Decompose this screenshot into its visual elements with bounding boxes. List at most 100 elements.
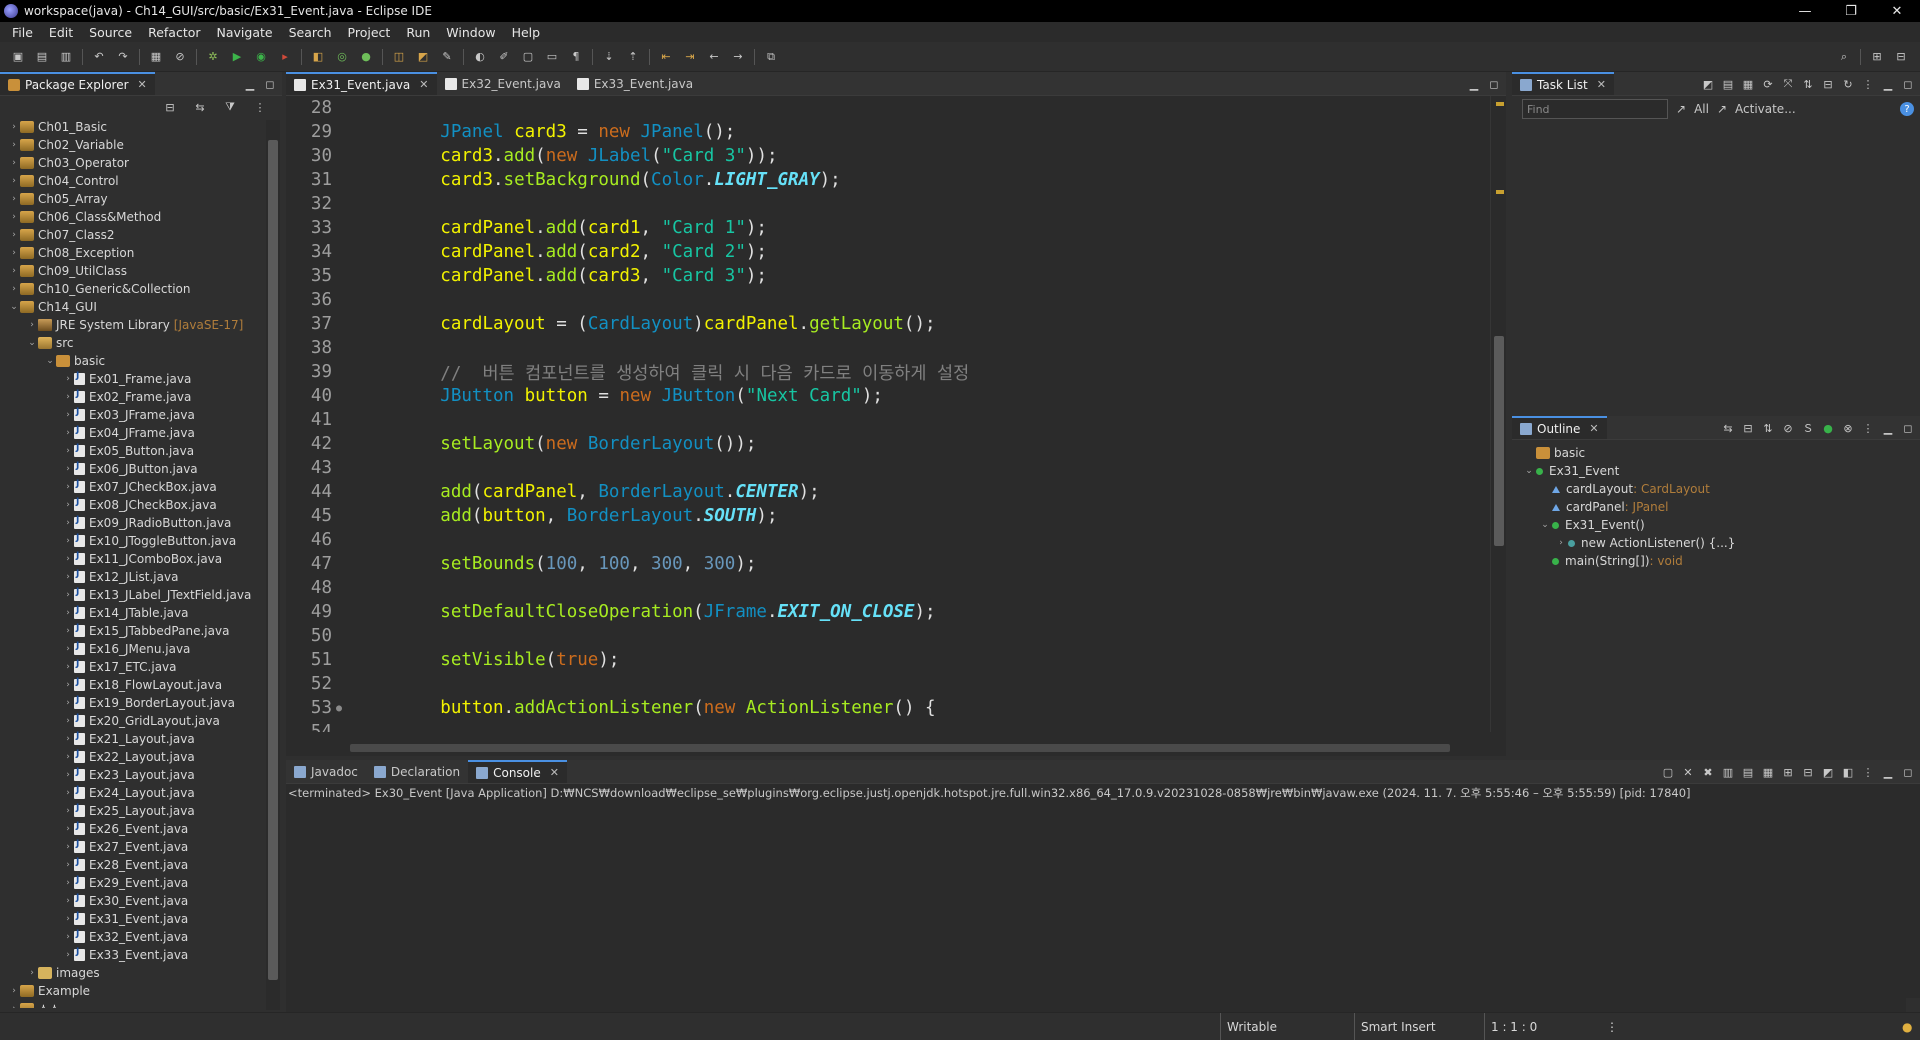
tree-item[interactable]: › Ex11_JComboBox.java <box>0 550 264 568</box>
display-console-icon[interactable]: ⊟ <box>1800 764 1816 780</box>
outline-item[interactable]: ⌄ Ex31_Event() <box>1512 516 1920 534</box>
expand-arrow-icon[interactable]: › <box>8 230 20 240</box>
outline-item[interactable]: basic <box>1512 444 1920 462</box>
expand-arrow-icon[interactable]: › <box>62 914 74 924</box>
menu-item-file[interactable]: File <box>4 25 41 40</box>
tree-item[interactable]: › Ex08_JCheckBox.java <box>0 496 264 514</box>
package-explorer-scrollbar[interactable] <box>266 120 280 1010</box>
expand-arrow-icon[interactable]: › <box>62 662 74 672</box>
tree-item[interactable]: › Ex21_Layout.java <box>0 730 264 748</box>
maximize-view-icon[interactable]: ◻ <box>1900 764 1916 780</box>
view-menu-icon[interactable]: ⋮ <box>1860 764 1876 780</box>
open-console-icon[interactable]: ◩ <box>1820 764 1836 780</box>
tree-item[interactable]: › Ex02_Frame.java <box>0 388 264 406</box>
word-wrap-icon[interactable]: ▤ <box>1740 764 1756 780</box>
code-line[interactable]: 30 card3.add(new JLabel("Card 3")); <box>286 144 1480 168</box>
console-horizontal-scrollbar[interactable] <box>286 998 1906 1012</box>
expand-arrow-icon[interactable]: › <box>62 608 74 618</box>
expand-arrow-icon[interactable]: › <box>62 896 74 906</box>
tree-item[interactable]: › Ex26_Event.java <box>0 820 264 838</box>
activate-link[interactable]: Activate... <box>1735 102 1796 116</box>
help-icon[interactable]: ? <box>1900 102 1914 116</box>
tree-item[interactable]: › Ex20_GridLayout.java <box>0 712 264 730</box>
tree-item[interactable]: › images <box>0 964 264 982</box>
menu-item-project[interactable]: Project <box>340 25 399 40</box>
tab-package-explorer[interactable]: Package Explorer ✕ <box>0 72 155 95</box>
code-line[interactable]: 49 setDefaultCloseOperation(JFrame.EXIT_… <box>286 600 1480 624</box>
maximize-view-icon[interactable]: ◻ <box>1900 420 1916 436</box>
tree-item[interactable]: › Ex29_Event.java <box>0 874 264 892</box>
expand-arrow-icon[interactable]: › <box>62 716 74 726</box>
view-menu-icon[interactable]: ⋮ <box>1860 76 1876 92</box>
expand-arrow-icon[interactable]: › <box>62 950 74 960</box>
expand-arrow-icon[interactable]: › <box>62 590 74 600</box>
tree-item[interactable]: › Ex04_JFrame.java <box>0 424 264 442</box>
expand-arrow-icon[interactable]: › <box>62 680 74 690</box>
coverage-icon[interactable]: ◉ <box>252 48 270 66</box>
tree-item[interactable]: › Ex19_BorderLayout.java <box>0 694 264 712</box>
scroll-lock-icon[interactable]: ▥ <box>1720 764 1736 780</box>
menu-item-refactor[interactable]: Refactor <box>140 25 208 40</box>
new-console-icon[interactable]: ◧ <box>1840 764 1856 780</box>
outline-item[interactable]: main(String[]) : void <box>1512 552 1920 570</box>
tree-item[interactable]: › Ex09_JRadioButton.java <box>0 514 264 532</box>
tree-item[interactable]: › Ch07_Class2 <box>0 226 264 244</box>
collapse-all-icon[interactable]: ⊟ <box>161 98 179 116</box>
expand-arrow-icon[interactable]: › <box>62 482 74 492</box>
new-class-icon[interactable]: ● <box>357 48 375 66</box>
tree-item[interactable]: ⌄ src <box>0 334 264 352</box>
tree-item[interactable]: › Ch05_Array <box>0 190 264 208</box>
maximize-button[interactable]: ❐ <box>1828 0 1874 22</box>
minimize-view-icon[interactable]: ▁ <box>1466 76 1482 92</box>
expand-arrow-icon[interactable]: › <box>8 176 20 186</box>
block-select-icon[interactable]: ▢ <box>519 48 537 66</box>
sync-icon[interactable]: ⟳ <box>1760 76 1776 92</box>
highlight-icon[interactable]: ✐ <box>495 48 513 66</box>
code-line[interactable]: 34 cardPanel.add(card2, "Card 2"); <box>286 240 1480 264</box>
close-icon[interactable]: ✕ <box>138 78 147 91</box>
tree-item[interactable]: › Ex12_JList.java <box>0 568 264 586</box>
expand-arrow-icon[interactable]: › <box>62 518 74 528</box>
all-link[interactable]: All <box>1694 102 1709 116</box>
expand-arrow-icon[interactable]: › <box>62 734 74 744</box>
code-line[interactable]: 50 <box>286 624 1480 648</box>
tree-item[interactable]: › Ch06_Class&Method <box>0 208 264 226</box>
expand-arrow-icon[interactable]: ⌄ <box>1522 466 1536 476</box>
console-tab[interactable]: Declaration <box>366 760 468 783</box>
tab-task-list[interactable]: Task List ✕ <box>1512 72 1614 95</box>
menu-item-search[interactable]: Search <box>281 25 340 40</box>
tree-item[interactable]: › Ch01_Basic <box>0 118 264 136</box>
tree-item[interactable]: ⌄ Ch14_GUI <box>0 298 264 316</box>
remove-launches-icon[interactable]: ✖ <box>1700 764 1716 780</box>
expand-arrow-icon[interactable]: › <box>62 770 74 780</box>
maximize-view-icon[interactable]: ◻ <box>262 76 278 92</box>
maximize-view-icon[interactable]: ◻ <box>1486 76 1502 92</box>
expand-arrow-icon[interactable]: › <box>62 536 74 546</box>
console-output[interactable] <box>286 802 1906 998</box>
link-with-editor-icon[interactable]: ⇆ <box>191 98 209 116</box>
tab-outline[interactable]: Outline ✕ <box>1512 416 1607 439</box>
tree-item[interactable]: › Ex28_Event.java <box>0 856 264 874</box>
console-vertical-scrollbar[interactable] <box>1906 802 1920 998</box>
expand-arrow-icon[interactable]: › <box>8 248 20 258</box>
expand-arrow-icon[interactable]: › <box>62 572 74 582</box>
expand-arrow-icon[interactable]: › <box>1554 538 1568 548</box>
tree-item[interactable]: › Ch10_Generic&Collection <box>0 280 264 298</box>
tree-item[interactable]: › Ch08_Exception <box>0 244 264 262</box>
expand-arrow-icon[interactable]: › <box>26 968 38 978</box>
sort-icon[interactable]: ⇅ <box>1760 420 1776 436</box>
open-type-icon[interactable]: ◫ <box>390 48 408 66</box>
expand-arrow-icon[interactable]: › <box>8 212 20 222</box>
tree-item[interactable]: › Ex03_JFrame.java <box>0 406 264 424</box>
tree-item[interactable]: › Ex18_FlowLayout.java <box>0 676 264 694</box>
new-icon[interactable]: ▣ <box>9 48 27 66</box>
pin-console-icon[interactable]: ⊞ <box>1780 764 1796 780</box>
last-edit-icon[interactable]: ⇤ <box>657 48 675 66</box>
code-line[interactable]: 31 card3.setBackground(Color.LIGHT_GRAY)… <box>286 168 1480 192</box>
expand-arrow-icon[interactable]: › <box>62 428 74 438</box>
minimize-view-icon[interactable]: ▁ <box>1880 76 1896 92</box>
open-perspective-icon[interactable]: ⊞ <box>1868 48 1886 66</box>
expand-arrow-icon[interactable]: › <box>62 752 74 762</box>
outline-item[interactable]: › new ActionListener() {...} <box>1512 534 1920 552</box>
expand-arrow-icon[interactable]: › <box>8 1004 20 1008</box>
